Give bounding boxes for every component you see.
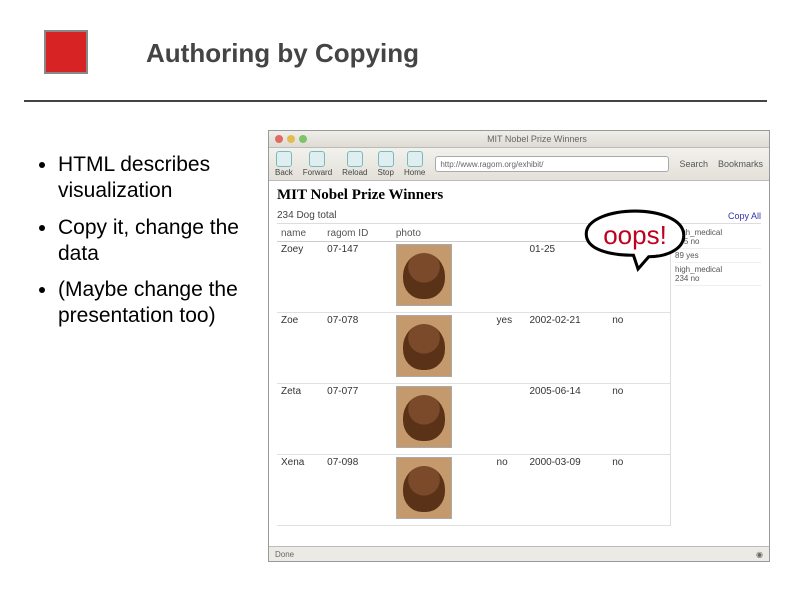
stop-button[interactable]: Stop — [378, 151, 394, 177]
slide-rule — [24, 100, 767, 102]
dog-photo — [396, 386, 452, 448]
reload-icon — [347, 151, 363, 167]
home-button[interactable]: Home — [404, 151, 425, 177]
oops-text: oops! — [580, 208, 690, 272]
col-name[interactable]: name — [277, 226, 323, 242]
table-row: Xena 07-098 no 2000-03-09 no — [277, 455, 670, 526]
bookmarks-label[interactable]: Bookmarks — [718, 159, 763, 169]
close-icon[interactable] — [275, 135, 283, 143]
copy-all-link[interactable]: Copy All — [728, 211, 761, 221]
dog-photo — [396, 457, 452, 519]
home-icon — [407, 151, 423, 167]
zoom-icon[interactable] — [299, 135, 307, 143]
back-button[interactable]: Back — [275, 151, 293, 177]
browser-toolbar: Back Forward Reload Stop Home http://www… — [269, 148, 769, 181]
status-text: Done — [275, 550, 294, 559]
browser-statusbar: Done ◉ — [269, 546, 769, 561]
slide-title: Authoring by Copying — [146, 38, 419, 69]
dog-photo — [396, 244, 452, 306]
status-icon: ◉ — [756, 550, 763, 559]
col-photo[interactable]: photo — [392, 226, 482, 242]
slide-bullets: HTML describes visualization Copy it, ch… — [36, 152, 246, 340]
forward-button[interactable]: Forward — [303, 151, 332, 177]
table-row: Zeta 07-077 2005-06-14 no — [277, 384, 670, 455]
col-ragom-id[interactable]: ragom ID — [323, 226, 392, 242]
col-5[interactable] — [493, 226, 526, 242]
bullet-item: Copy it, change the data — [58, 215, 246, 268]
page-content: MIT Nobel Prize Winners 234 Dog total Co… — [269, 181, 769, 561]
oops-callout: oops! — [580, 208, 690, 272]
window-titlebar: MIT Nobel Prize Winners — [269, 131, 769, 148]
reload-button[interactable]: Reload — [342, 151, 367, 177]
table-row: Zoe 07-078 yes 2002-02-21 no — [277, 313, 670, 384]
stop-icon — [378, 151, 394, 167]
minimize-icon[interactable] — [287, 135, 295, 143]
dog-photo — [396, 315, 452, 377]
result-count: 234 Dog total — [277, 210, 337, 221]
page-heading: MIT Nobel Prize Winners — [277, 187, 761, 204]
slide-accent-square — [44, 30, 88, 74]
back-icon — [276, 151, 292, 167]
url-field[interactable]: http://www.ragom.org/exhibit/ — [435, 156, 669, 172]
search-label[interactable]: Search — [679, 159, 708, 169]
window-title: MIT Nobel Prize Winners — [311, 134, 763, 144]
bullet-item: HTML describes visualization — [58, 152, 246, 205]
embedded-browser-screenshot: MIT Nobel Prize Winners Back Forward Rel… — [268, 130, 770, 562]
col-4[interactable] — [481, 226, 492, 242]
bullet-item: (Maybe change the presentation too) — [58, 277, 246, 330]
forward-icon — [309, 151, 325, 167]
